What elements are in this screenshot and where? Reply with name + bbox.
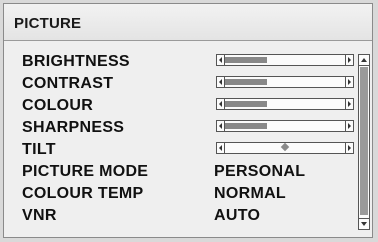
slider-fill [225,101,267,107]
increase-arrow-icon[interactable] [345,143,353,153]
title-bar: PICTURE [4,4,372,41]
brightness-slider[interactable] [216,54,354,66]
diamond-marker-icon [280,142,290,152]
scroll-down-arrow-icon[interactable] [359,218,369,229]
decrease-arrow-icon[interactable] [217,99,225,109]
menu-item-label: BRIGHTNESS [22,53,130,70]
scroll-up-arrow-icon[interactable] [359,55,369,66]
page-title: PICTURE [14,15,82,32]
decrease-arrow-icon[interactable] [217,121,225,131]
menu-item-label: VNR [22,207,57,224]
menu-item-brightness[interactable]: BRIGHTNESS [18,51,354,73]
menu-item-value: AUTO [214,207,261,224]
picture-menu: PICTURE BRIGHTNESS CONTRAST COLOUR SHARP… [3,3,373,238]
slider-fill [225,123,267,129]
scrollbar[interactable] [358,54,370,230]
menu-item-tilt[interactable]: TILT [18,139,354,161]
menu-item-colour-temp[interactable]: COLOUR TEMP NORMAL [18,183,348,205]
colour-slider[interactable] [216,98,354,110]
contrast-slider[interactable] [216,76,354,88]
menu-item-label: SHARPNESS [22,119,125,136]
menu-item-value: PERSONAL [214,163,306,180]
menu-item-label: COLOUR TEMP [22,185,144,202]
decrease-arrow-icon[interactable] [217,143,225,153]
menu-item-contrast[interactable]: CONTRAST [18,73,354,95]
tilt-slider[interactable] [216,142,354,154]
decrease-arrow-icon[interactable] [217,77,225,87]
scroll-thumb[interactable] [360,67,368,215]
increase-arrow-icon[interactable] [345,121,353,131]
menu-item-label: COLOUR [22,97,94,114]
menu-item-label: TILT [22,141,56,158]
slider-fill [225,79,267,85]
menu-item-vnr[interactable]: VNR AUTO [18,205,348,227]
sharpness-slider[interactable] [216,120,354,132]
increase-arrow-icon[interactable] [345,55,353,65]
menu-item-picture-mode[interactable]: PICTURE MODE PERSONAL [18,161,348,183]
increase-arrow-icon[interactable] [345,77,353,87]
menu-item-label: CONTRAST [22,75,114,92]
menu-item-value: NORMAL [214,185,287,202]
menu-item-sharpness[interactable]: SHARPNESS [18,117,354,139]
menu-item-colour[interactable]: COLOUR [18,95,354,117]
increase-arrow-icon[interactable] [345,99,353,109]
menu-item-label: PICTURE MODE [22,163,149,180]
decrease-arrow-icon[interactable] [217,55,225,65]
slider-fill [225,57,267,63]
